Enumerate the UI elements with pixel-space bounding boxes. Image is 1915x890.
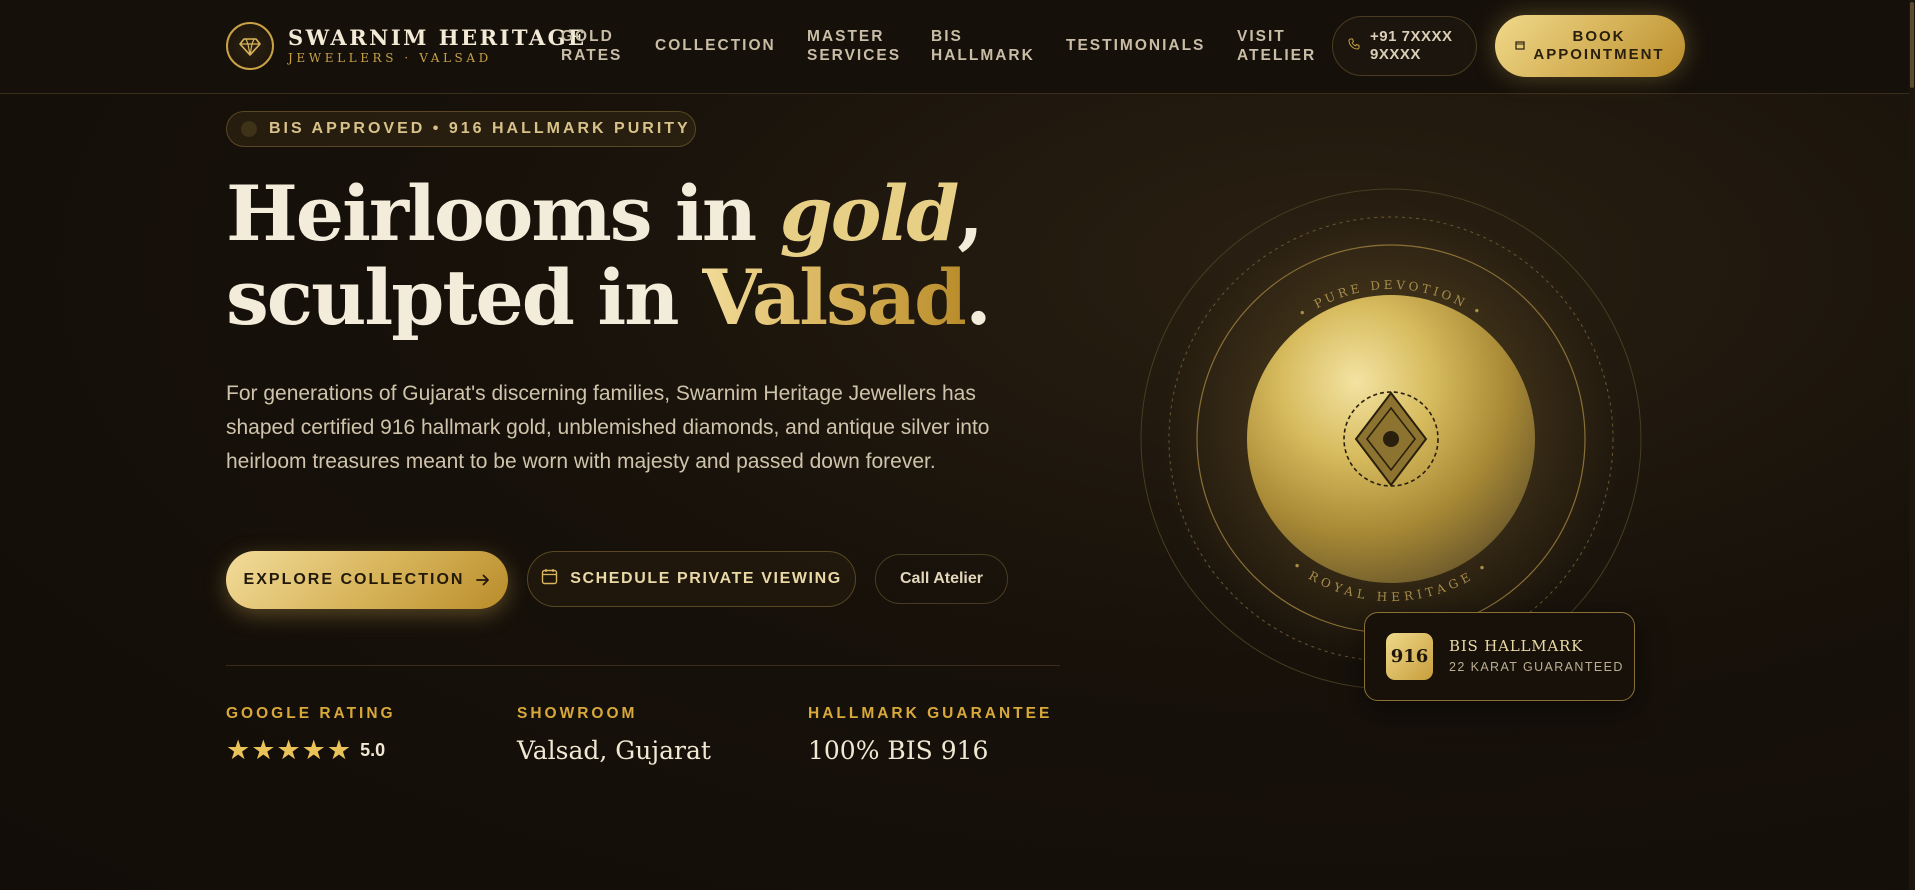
brand-logo-link[interactable]: SWARNIM HERITAGE JEWELLERS · VALSAD xyxy=(226,22,587,70)
stat-showroom: SHOWROOM Valsad, Gujarat xyxy=(517,704,711,766)
calendar-icon xyxy=(541,568,558,590)
headline-text: sculpted in xyxy=(226,253,702,342)
schedule-label: SCHEDULE PRIVATE VIEWING xyxy=(570,570,842,587)
star-icon: ★ xyxy=(301,735,326,765)
stat-hallmark-guarantee: HALLMARK GUARANTEE 100% BIS 916 xyxy=(808,704,1052,766)
site-header: SWARNIM HERITAGE JEWELLERS · VALSAD GOLD… xyxy=(0,0,1915,94)
explore-collection-button[interactable]: EXPLORE COLLECTION xyxy=(226,551,508,609)
star-icon: ★ xyxy=(226,735,251,765)
stat-value: 100% BIS 916 xyxy=(808,736,989,765)
purity-badge: BIS APPROVED • 916 HALLMARK PURITY xyxy=(226,111,696,147)
stat-value: Valsad, Gujarat xyxy=(517,736,711,765)
nav-visit-atelier[interactable]: VISIT ATELIER xyxy=(1237,27,1316,65)
nav-label: RATES xyxy=(561,47,623,64)
phone-icon xyxy=(1348,37,1360,55)
gem-icon xyxy=(226,22,274,70)
nav-label: BIS xyxy=(931,28,963,45)
arrow-right-icon xyxy=(476,570,490,591)
star-icon: ★ xyxy=(251,735,276,765)
nav-label: TESTIMONIALS xyxy=(1066,37,1206,54)
headline-text: , xyxy=(957,169,984,258)
hallmark-title: BIS HALLMARK xyxy=(1449,637,1584,655)
phone-button[interactable]: +91 7XXXX 9XXXX xyxy=(1332,16,1477,76)
nav-master-services[interactable]: MASTER SERVICES xyxy=(807,27,901,65)
hero-headline: Heirlooms in gold, sculpted in Valsad. xyxy=(226,172,1126,340)
call-atelier-button[interactable]: Call Atelier xyxy=(875,554,1008,604)
hallmark-chip: 916 xyxy=(1386,633,1433,680)
explore-label: EXPLORE COLLECTION xyxy=(243,571,465,588)
stat-google-rating: GOOGLE RATING ★ ★ ★ ★ ★ 5.0 xyxy=(226,704,396,764)
calendar-icon xyxy=(1515,37,1526,55)
nav-collection[interactable]: COLLECTION xyxy=(655,36,776,55)
stat-label: SHOWROOM xyxy=(517,705,638,722)
stat-label: GOOGLE RATING xyxy=(226,705,396,722)
nav-testimonials[interactable]: TESTIMONIALS xyxy=(1066,36,1205,55)
nav-label: MASTER xyxy=(807,28,885,45)
badge-dot-icon xyxy=(241,121,257,137)
nav-label: COLLECTION xyxy=(655,37,776,54)
headline-text: Heirlooms in xyxy=(226,169,780,258)
stat-label: HALLMARK GUARANTEE xyxy=(808,705,1053,722)
nav-label: SERVICES xyxy=(807,47,902,64)
scrollbar-thumb[interactable] xyxy=(1910,2,1914,88)
nav-label: GOLD xyxy=(561,28,614,45)
phone-number-line: 9XXXX xyxy=(1370,46,1421,63)
brand-name: SWARNIM HERITAGE xyxy=(288,25,587,50)
rating-stars: ★ ★ ★ ★ ★ 5.0 xyxy=(226,736,396,764)
hero-description: For generations of Gujarat's discerning … xyxy=(226,382,990,473)
rating-value: 5.0 xyxy=(360,739,386,760)
nav-gold-rates[interactable]: GOLD RATES xyxy=(561,27,622,65)
headline-text: . xyxy=(965,253,992,342)
section-divider xyxy=(226,665,1060,666)
brand-tagline: JEWELLERS · VALSAD xyxy=(288,51,492,65)
schedule-viewing-button[interactable]: SCHEDULE PRIVATE VIEWING xyxy=(527,551,856,607)
star-icon: ★ xyxy=(276,735,301,765)
headline-gold: Valsad xyxy=(701,253,967,342)
nav-label: ATELIER xyxy=(1237,47,1317,64)
nav-label: HALLMARK xyxy=(931,47,1035,64)
badge-text: BIS APPROVED • 916 HALLMARK PURITY xyxy=(269,120,691,137)
book-label-line: APPOINTMENT xyxy=(1533,46,1665,63)
bis-hallmark-card: 916 BIS HALLMARK 22 KARAT GUARANTEED xyxy=(1364,612,1635,701)
nav-bis-hallmark[interactable]: BIS HALLMARK xyxy=(931,27,1035,65)
book-appointment-button[interactable]: BOOK APPOINTMENT xyxy=(1495,15,1685,77)
phone-number-line: +91 7XXXX xyxy=(1370,28,1453,45)
nav-label: VISIT xyxy=(1237,28,1286,45)
headline-italic: gold xyxy=(779,169,960,258)
hallmark-subtitle: 22 KARAT GUARANTEED xyxy=(1449,660,1624,674)
call-label: Call Atelier xyxy=(900,570,983,587)
book-label-line: BOOK xyxy=(1572,28,1626,45)
star-icon: ★ xyxy=(326,735,352,765)
scrollbar[interactable] xyxy=(1909,0,1915,890)
